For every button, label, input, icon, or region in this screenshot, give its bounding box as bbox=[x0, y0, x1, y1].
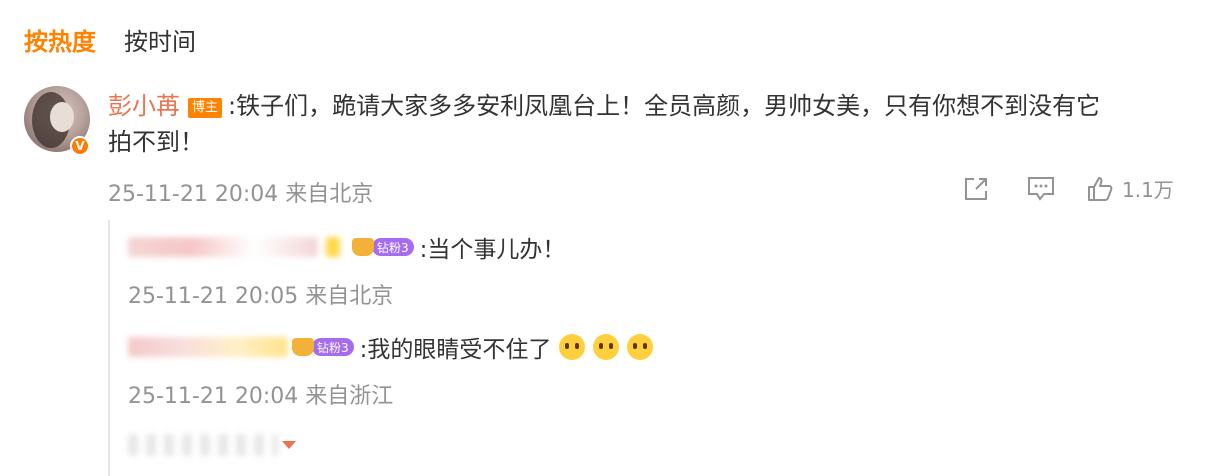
comment-text-line1: :铁子们，跪请大家多多安利凤凰台上！全员高颜，男帅女美，只有你想不到没有它 bbox=[228, 92, 1101, 120]
like-count: 1.1万 bbox=[1122, 178, 1174, 202]
reply-text: :我的眼睛受不住了 bbox=[359, 337, 552, 363]
reply-list: 钻粉3 :当个事儿办！ 25-11-21 20:05 来自北京 钻粉3 :我的眼… bbox=[108, 220, 810, 476]
role-tag: 博主 bbox=[188, 98, 223, 118]
blurred-more-text bbox=[128, 434, 278, 456]
reply-text: :当个事儿办！ bbox=[419, 237, 566, 263]
reply-meta: 25-11-21 20:05 来自北京 bbox=[128, 284, 394, 309]
comment-icon bbox=[1028, 176, 1054, 201]
comment-actions: 1.1万 bbox=[962, 174, 1174, 203]
reply-item: 钻粉3 :我的眼睛受不住了 25-11-21 20:04 来自浙江 bbox=[128, 330, 654, 410]
like-button[interactable]: 1.1万 bbox=[1086, 174, 1174, 203]
comment-author[interactable]: 彭小苒 bbox=[108, 92, 180, 120]
fan-badge: 钻粉3 bbox=[372, 238, 414, 256]
blurred-username[interactable] bbox=[128, 337, 288, 357]
verified-badge-icon: V bbox=[70, 136, 90, 156]
tab-by-time[interactable]: 按时间 bbox=[124, 22, 196, 57]
more-replies-toggle[interactable] bbox=[128, 434, 296, 456]
fan-badge: 钻粉3 bbox=[312, 338, 354, 356]
reply-button[interactable] bbox=[1026, 175, 1086, 203]
avatar-face bbox=[50, 102, 74, 132]
crying-emoji-icon bbox=[593, 334, 620, 360]
crying-emoji-icon bbox=[559, 334, 586, 360]
crying-emoji-icon bbox=[627, 334, 654, 360]
sort-tabs: 按热度 按时间 bbox=[24, 22, 196, 57]
reply-meta: 25-11-21 20:04 来自浙江 bbox=[128, 384, 394, 409]
blurred-username[interactable] bbox=[128, 237, 318, 257]
comment-meta: 25-11-21 20:04 来自北京 bbox=[108, 182, 374, 207]
reply-line: 钻粉3 :当个事儿办！ bbox=[128, 230, 565, 264]
comment-body: 彭小苒 博主:铁子们，跪请大家多多安利凤凰台上！全员高颜，男帅女美，只有你想不到没… bbox=[108, 88, 1178, 160]
like-icon bbox=[1088, 176, 1113, 201]
share-icon bbox=[965, 177, 987, 200]
blurred-username-tail bbox=[326, 237, 340, 257]
tab-by-hotness[interactable]: 按热度 bbox=[24, 22, 96, 57]
share-button[interactable] bbox=[962, 175, 1026, 203]
expand-arrow-icon bbox=[282, 441, 296, 449]
crown-icon bbox=[292, 338, 314, 356]
reply-item: 钻粉3 :当个事儿办！ 25-11-21 20:05 来自北京 bbox=[128, 230, 565, 310]
reply-line: 钻粉3 :我的眼睛受不住了 bbox=[128, 330, 654, 364]
crown-icon bbox=[352, 238, 374, 256]
comment-text-line2: 拍不到！ bbox=[108, 128, 204, 156]
